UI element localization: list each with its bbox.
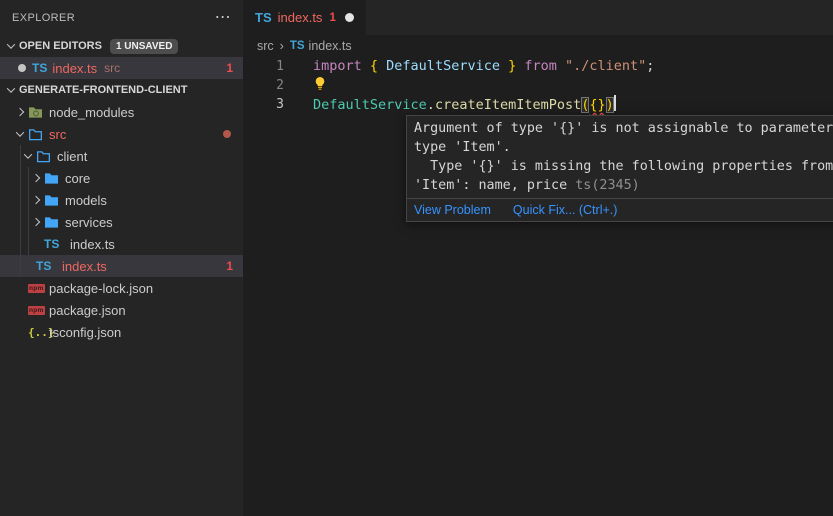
tree-item-label: package-lock.json xyxy=(49,281,153,296)
line-number: 1 xyxy=(243,57,313,76)
file-tree: node_modules src client core xyxy=(0,101,243,343)
chevron-down-icon xyxy=(24,150,32,158)
npm-file-icon: npm xyxy=(28,306,49,315)
folder-icon-node-modules xyxy=(28,106,49,119)
tree-item-label: src xyxy=(49,127,66,142)
error-message-line: Type '{}' is missing the following prope… xyxy=(414,157,833,176)
tab-bar: TS index.ts 1 xyxy=(243,0,833,35)
indent-guide xyxy=(20,145,21,277)
typescript-file-icon: TS xyxy=(44,237,65,251)
typescript-file-icon: TS xyxy=(32,61,47,75)
open-editors-section-header[interactable]: OPEN EDITORS 1 UNSAVED xyxy=(0,35,243,57)
editor-group: TS index.ts 1 src › TS index.ts 1 import… xyxy=(243,0,833,516)
tree-item-label: client xyxy=(57,149,87,164)
open-editor-filename: index.ts xyxy=(52,61,97,76)
error-message-line: type 'Item'. xyxy=(414,138,833,157)
tree-item-label: models xyxy=(65,193,107,208)
workspace-section-header[interactable]: GENERATE-FRONTEND-CLIENT xyxy=(0,79,243,101)
line-number: 3 xyxy=(243,95,313,114)
open-editor-item-index-ts[interactable]: TS index.ts src 1 xyxy=(0,57,243,79)
vscode-window: EXPLORER ⋯ OPEN EDITORS 1 UNSAVED TS ind… xyxy=(0,0,833,516)
open-editor-description: src xyxy=(104,61,120,75)
breadcrumb-file[interactable]: index.ts xyxy=(309,39,352,53)
code-editor[interactable]: 1 import { DefaultService } from "./clie… xyxy=(243,57,833,114)
tree-item-label: index.ts xyxy=(70,237,115,252)
workspace-label: GENERATE-FRONTEND-CLIENT xyxy=(19,84,187,96)
tree-item-models[interactable]: models xyxy=(0,189,243,211)
lightbulb-icon[interactable] xyxy=(313,76,327,97)
tree-item-label: index.ts xyxy=(62,259,107,274)
tree-item-package-json[interactable]: npm package.json xyxy=(0,299,243,321)
typescript-file-icon: TS xyxy=(36,259,57,273)
explorer-title: EXPLORER xyxy=(12,12,75,24)
chevron-right-icon xyxy=(32,218,40,226)
folder-open-icon xyxy=(28,128,49,141)
typescript-file-icon: TS xyxy=(255,10,272,25)
chevron-down-icon xyxy=(16,128,24,136)
explorer-sidebar: EXPLORER ⋯ OPEN EDITORS 1 UNSAVED TS ind… xyxy=(0,0,243,516)
folder-problem-dot-badge xyxy=(223,130,231,138)
breadcrumb: src › TS index.ts xyxy=(243,35,833,57)
modified-dot-icon[interactable] xyxy=(18,64,26,72)
code-line-1: 1 import { DefaultService } from "./clie… xyxy=(243,57,833,76)
folder-open-icon xyxy=(36,150,57,163)
tree-item-label: node_modules xyxy=(49,105,134,120)
more-actions-icon[interactable]: ⋯ xyxy=(215,13,231,23)
folder-icon xyxy=(44,216,65,229)
error-count-badge: 1 xyxy=(226,259,233,273)
code-line-3: 3 DefaultService.createItemItemPost({}) xyxy=(243,95,833,114)
quick-fix-link[interactable]: Quick Fix... (Ctrl+.) xyxy=(513,203,618,217)
line-number: 2 xyxy=(243,76,313,95)
tree-item-client[interactable]: client xyxy=(0,145,243,167)
tree-item-src-index-ts[interactable]: TS index.ts 1 xyxy=(0,255,243,277)
error-message-line: 'Item': name, price ts(2345) xyxy=(414,176,833,195)
tree-item-services[interactable]: services xyxy=(0,211,243,233)
error-code-ref: ts(2345) xyxy=(575,178,640,193)
tree-item-tsconfig-json[interactable]: {..} tsconfig.json xyxy=(0,321,243,343)
error-message-line: Argument of type '{}' is not assignable … xyxy=(414,119,833,138)
typescript-file-icon: TS xyxy=(290,40,305,52)
error-message: Argument of type '{}' is not assignable … xyxy=(407,116,833,198)
indent-guide xyxy=(28,167,29,255)
npm-file-icon: npm xyxy=(28,284,49,293)
breadcrumb-folder[interactable]: src xyxy=(257,39,274,53)
explorer-header: EXPLORER ⋯ xyxy=(0,0,243,35)
open-editors-label: OPEN EDITORS xyxy=(19,40,102,52)
tab-title: index.ts xyxy=(278,10,323,25)
hover-action-bar: View Problem Quick Fix... (Ctrl+.) xyxy=(407,198,833,221)
text-cursor xyxy=(614,95,616,111)
tree-item-label: package.json xyxy=(49,303,126,318)
error-hover-widget: Argument of type '{}' is not assignable … xyxy=(406,115,833,222)
code-line-2: 2 xyxy=(243,76,833,95)
chevron-down-icon xyxy=(7,40,15,48)
unsaved-badge: 1 UNSAVED xyxy=(110,39,179,54)
tree-item-label: core xyxy=(65,171,90,186)
folder-icon xyxy=(44,172,65,185)
chevron-right-icon xyxy=(16,108,24,116)
tab-modified-dot-icon[interactable] xyxy=(345,13,354,22)
tree-item-core[interactable]: core xyxy=(0,167,243,189)
tree-item-node-modules[interactable]: node_modules xyxy=(0,101,243,123)
breadcrumb-separator-icon: › xyxy=(280,39,284,53)
chevron-right-icon xyxy=(32,174,40,182)
error-count-badge: 1 xyxy=(226,61,233,75)
tree-item-package-lock-json[interactable]: npm package-lock.json xyxy=(0,277,243,299)
tree-item-label: services xyxy=(65,215,113,230)
tree-item-client-index-ts[interactable]: TS index.ts xyxy=(0,233,243,255)
chevron-down-icon xyxy=(7,84,15,92)
tab-error-count: 1 xyxy=(329,12,335,24)
chevron-right-icon xyxy=(32,196,40,204)
tree-item-src[interactable]: src xyxy=(0,123,243,145)
tab-index-ts[interactable]: TS index.ts 1 xyxy=(243,0,366,35)
view-problem-link[interactable]: View Problem xyxy=(414,203,491,217)
json-file-icon: {..} xyxy=(28,326,49,339)
folder-icon xyxy=(44,194,65,207)
tree-item-label: tsconfig.json xyxy=(49,325,121,340)
